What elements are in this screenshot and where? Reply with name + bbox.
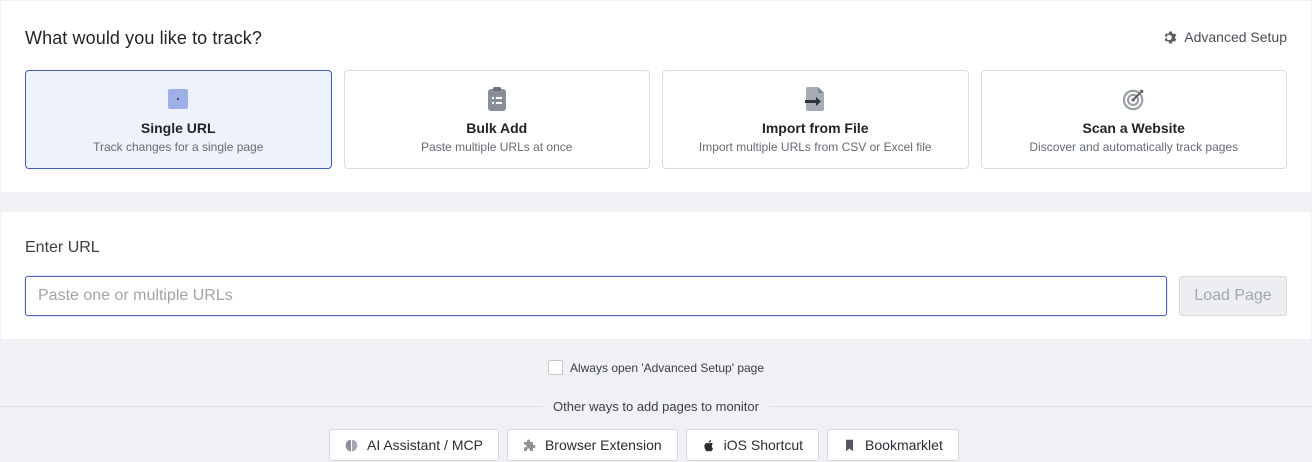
- ios-shortcut-label: iOS Shortcut: [723, 437, 804, 453]
- always-open-label[interactable]: Always open 'Advanced Setup' page: [570, 361, 764, 375]
- card-title: Scan a Website: [1082, 120, 1185, 136]
- target-icon: [1122, 87, 1145, 111]
- load-page-button[interactable]: Load Page: [1179, 276, 1287, 316]
- always-open-checkbox[interactable]: [547, 360, 563, 375]
- advanced-setup-link[interactable]: Advanced Setup: [1163, 29, 1287, 45]
- single-url-icon: [167, 87, 189, 111]
- bookmarklet-button[interactable]: Bookmarklet: [827, 429, 959, 461]
- card-subtitle: Paste multiple URLs at once: [421, 140, 573, 154]
- card-title: Single URL: [140, 120, 216, 136]
- url-label: Enter URL: [25, 239, 100, 256]
- ios-shortcut-button[interactable]: iOS Shortcut: [685, 429, 820, 461]
- puzzle-icon: [523, 439, 536, 451]
- track-title: What would you like to track?: [25, 28, 263, 48]
- url-input[interactable]: [25, 276, 1167, 316]
- ai-assistant-button[interactable]: AI Assistant / MCP: [329, 429, 499, 461]
- track-type-cards: Single URL Track changes for a single pa…: [25, 70, 1287, 169]
- gear-icon: [1164, 31, 1177, 43]
- always-open-row: Always open 'Advanced Setup' page: [0, 360, 1312, 375]
- url-entry-panel: Enter URL Load Page: [1, 212, 1311, 339]
- bookmark-icon: [846, 439, 854, 451]
- file-import-icon: [804, 87, 826, 111]
- browser-extension-button[interactable]: Browser Extension: [506, 429, 678, 461]
- other-ways-heading: Other ways to add pages to monitor: [0, 398, 1312, 416]
- card-subtitle: Import multiple URLs from CSV or Excel f…: [698, 140, 932, 154]
- card-title: Import from File: [761, 120, 869, 136]
- browser-extension-label: Browser Extension: [544, 437, 662, 453]
- card-subtitle: Track changes for a single page: [93, 140, 264, 154]
- advanced-setup-label: Advanced Setup: [1184, 29, 1287, 45]
- card-title: Bulk Add: [466, 120, 528, 136]
- card-bulk-add[interactable]: Bulk Add Paste multiple URLs at once: [343, 70, 650, 169]
- card-scan-website[interactable]: Scan a Website Discover and automaticall…: [980, 70, 1287, 169]
- card-single-url[interactable]: Single URL Track changes for a single pa…: [25, 70, 332, 169]
- ai-assistant-label: AI Assistant / MCP: [367, 437, 483, 453]
- card-subtitle: Discover and automatically track pages: [1029, 140, 1239, 154]
- clipboard-list-icon: [486, 87, 508, 111]
- card-import-file[interactable]: Import from File Import multiple URLs fr…: [662, 70, 969, 169]
- brain-icon: [345, 439, 358, 452]
- track-type-panel: What would you like to track? Advanced S…: [1, 1, 1311, 192]
- bookmarklet-label: Bookmarklet: [865, 437, 943, 453]
- other-ways-buttons: AI Assistant / MCP Browser Extension iOS…: [329, 429, 959, 461]
- other-ways-label: Other ways to add pages to monitor: [543, 399, 769, 414]
- apple-icon: [704, 439, 713, 451]
